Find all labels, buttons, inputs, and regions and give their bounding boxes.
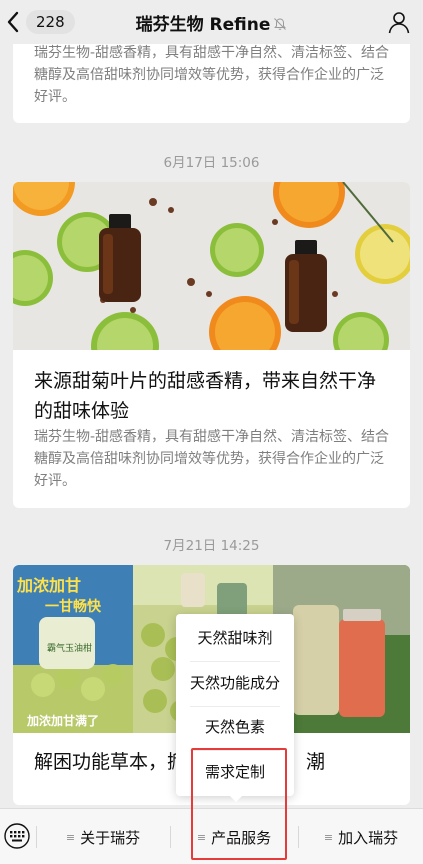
page-title: 瑞芬生物 Refine <box>0 10 423 35</box>
menu-about-refine[interactable]: ≡ 关于瑞芬 <box>37 809 169 864</box>
poster-subheadline: 一甘畅快 <box>45 598 102 615</box>
article-title-start: 解困功能草本，掀 <box>34 751 187 773</box>
poster-headline: 加浓加甘 <box>16 576 81 595</box>
message-timestamp: 6月17日 15:06 <box>163 155 260 171</box>
poster-product-name: 霸气玉油柑 <box>47 642 92 654</box>
keyboard-icon[interactable] <box>4 823 30 849</box>
menu-lines-icon: ≡ <box>65 830 76 844</box>
article-summary: 瑞芬生物-甜感香精，具有甜感干净自然、清洁标签、结合糖醇及高倍甜味剂协同增效等优… <box>34 429 390 489</box>
highlight-annotation-box <box>191 748 287 860</box>
submenu-item-natural-functional-ingredients[interactable]: 天然功能成分 <box>176 661 294 705</box>
menu-label: 关于瑞芬 <box>80 828 141 847</box>
message-timestamp: 7月21日 14:25 <box>163 538 260 554</box>
submenu-item-natural-pigments[interactable]: 天然色素 <box>176 705 294 749</box>
poster-footer: 加浓加甘满了 <box>26 713 99 728</box>
submenu-item-natural-sweetener[interactable]: 天然甜味剂 <box>176 616 294 660</box>
article-cover-image <box>13 182 410 350</box>
article-card[interactable]: 来源甜菊叶片的甜感香精，带来自然干净的甜味体验 瑞芬生物-甜感香精，具有甜感干净… <box>13 182 410 508</box>
article-title: 来源甜菊叶片的甜感香精，带来自然干净的甜味体验 <box>34 370 377 422</box>
chat-header: 228 瑞芬生物 Refine <box>0 0 423 44</box>
profile-icon[interactable] <box>387 10 411 34</box>
article-title-end: 潮 <box>306 751 326 773</box>
mute-bell-icon <box>274 18 287 30</box>
account-name: 瑞芬生物 Refine <box>135 15 271 35</box>
article-summary: 瑞芬生物-甜感香精，具有甜感干净自然、清洁标签、结合糖醇及高倍甜味剂协同增效等优… <box>34 45 390 105</box>
menu-label: 加入瑞芬 <box>338 828 399 847</box>
menu-join-refine[interactable]: ≡ 加入瑞芬 <box>299 809 423 864</box>
menu-lines-icon: ≡ <box>323 830 334 844</box>
lime-slice <box>210 223 264 277</box>
